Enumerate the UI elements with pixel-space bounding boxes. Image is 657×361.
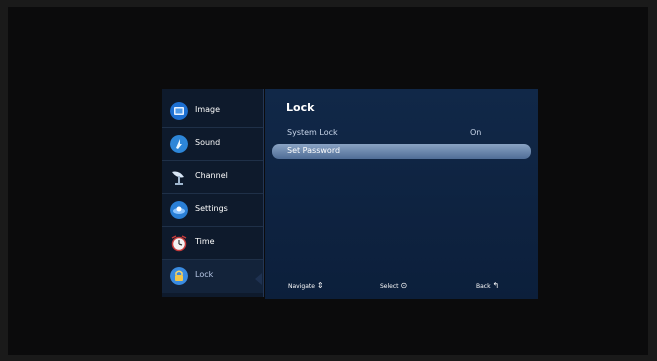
ok-icon: ⊙ bbox=[400, 281, 408, 290]
sidebar-item-label: Sound bbox=[195, 138, 221, 147]
lock-icon bbox=[170, 267, 188, 285]
sound-icon bbox=[170, 135, 188, 153]
select-label: Select bbox=[380, 283, 399, 290]
sidebar-item-label: Settings bbox=[195, 204, 228, 213]
menu-sidebar: Image Sound Channel Settings Time Lock bbox=[162, 89, 264, 297]
back-label: Back bbox=[476, 283, 491, 290]
sidebar-item-label: Lock bbox=[195, 270, 214, 279]
row-label: Set Password bbox=[287, 146, 341, 155]
select-hint: Select ⊙ bbox=[380, 281, 407, 290]
sidebar-item-channel[interactable]: Channel bbox=[162, 161, 263, 194]
back-arrow-icon: ↰ bbox=[492, 281, 500, 290]
sidebar-item-label: Image bbox=[195, 105, 221, 114]
sidebar-item-sound[interactable]: Sound bbox=[162, 128, 263, 161]
sidebar-item-lock[interactable]: Lock bbox=[162, 260, 263, 293]
navigate-label: Navigate bbox=[288, 283, 315, 290]
row-label: System Lock bbox=[287, 128, 338, 137]
sidebar-item-label: Channel bbox=[195, 171, 228, 180]
row-value: On bbox=[470, 128, 482, 137]
panel-title: Lock bbox=[286, 101, 315, 114]
tv-screen: Image Sound Channel Settings Time Lock L… bbox=[8, 7, 648, 355]
image-icon bbox=[170, 102, 188, 120]
settings-menu: Image Sound Channel Settings Time Lock L… bbox=[162, 89, 538, 299]
settings-icon bbox=[170, 201, 188, 219]
row-system-lock[interactable]: System Lock On bbox=[272, 126, 531, 141]
row-set-password[interactable]: Set Password bbox=[272, 144, 531, 159]
clock-icon bbox=[171, 235, 187, 252]
active-pointer bbox=[255, 273, 262, 285]
sidebar-item-image[interactable]: Image bbox=[162, 95, 263, 128]
back-hint: Back ↰ bbox=[476, 281, 499, 290]
sidebar-item-time[interactable]: Time bbox=[162, 227, 263, 260]
sidebar-item-settings[interactable]: Settings bbox=[162, 194, 263, 227]
updown-icon: ⇕ bbox=[316, 281, 324, 290]
navigate-hint: Navigate ⇕ bbox=[288, 281, 324, 290]
satellite-dish-icon bbox=[172, 171, 184, 185]
sidebar-item-label: Time bbox=[195, 237, 215, 246]
lock-panel: Lock System Lock On Set Password Navigat… bbox=[265, 89, 538, 299]
